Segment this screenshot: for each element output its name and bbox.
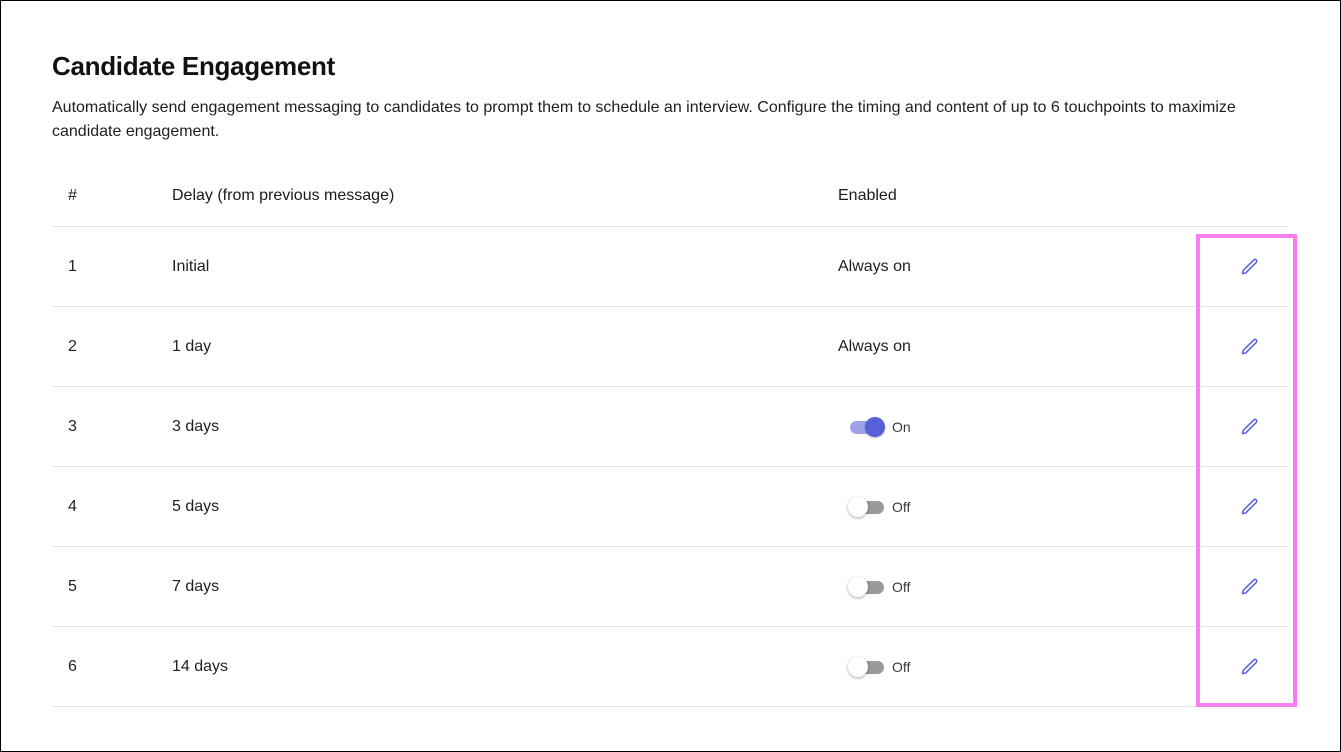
row-edit-cell: [1230, 627, 1270, 706]
edit-button[interactable]: [1236, 493, 1264, 521]
page-frame: Candidate Engagement Automatically send …: [0, 0, 1341, 752]
table-row: 4 5 days Off: [52, 467, 1288, 547]
row-delay: 3 days: [172, 417, 220, 435]
row-edit-cell: [1230, 547, 1270, 626]
row-number: 6: [68, 657, 77, 675]
table-row: 3 3 days On: [52, 387, 1288, 467]
row-number: 5: [68, 577, 77, 595]
pencil-icon: [1241, 578, 1258, 594]
row-enabled-cell: On: [838, 387, 911, 466]
column-header-number: #: [68, 187, 77, 204]
row-number: 2: [68, 337, 77, 355]
row-delay: Initial: [172, 257, 210, 275]
column-header-delay: Delay (from previous message): [172, 187, 395, 204]
row-delay: 5 days: [172, 497, 220, 515]
row-enabled-cell: Off: [838, 547, 910, 626]
column-header-enabled: Enabled: [838, 187, 897, 204]
toggle-switch[interactable]: [848, 576, 884, 597]
page-title: Candidate Engagement: [52, 51, 335, 81]
toggle-knob[interactable]: [848, 496, 868, 517]
table-row: 1 Initial Always on: [52, 227, 1288, 307]
pencil-icon: [1241, 258, 1258, 274]
toggle-knob[interactable]: [848, 656, 868, 677]
toggle-knob[interactable]: [848, 576, 868, 597]
row-delay: 7 days: [172, 577, 220, 595]
enabled-toggle[interactable]: Off: [838, 656, 911, 677]
toggle-label: On: [892, 418, 911, 435]
toggle-label: Off: [892, 498, 911, 515]
row-enabled-cell: Off: [838, 627, 910, 706]
enabled-toggle[interactable]: Off: [838, 496, 911, 517]
table-row: 2 1 day Always on: [52, 307, 1288, 387]
toggle-switch[interactable]: [848, 496, 884, 517]
edit-button[interactable]: [1236, 653, 1264, 681]
page-description: Automatically send engagement messaging …: [52, 99, 1236, 140]
row-number: 1: [68, 257, 77, 275]
pencil-icon: [1241, 658, 1258, 674]
edit-button[interactable]: [1236, 413, 1264, 441]
enabled-toggle[interactable]: On: [838, 416, 911, 437]
table-row: 6 14 days Off: [52, 627, 1288, 707]
row-delay: 14 days: [172, 657, 229, 675]
toggle-knob[interactable]: [865, 416, 885, 437]
toggle-label: Off: [892, 658, 911, 675]
toggle-switch[interactable]: [848, 416, 885, 437]
row-number: 4: [68, 497, 77, 515]
row-edit-cell: [1230, 467, 1270, 546]
row-enabled-status: Always on: [838, 337, 911, 355]
enabled-toggle[interactable]: Off: [838, 576, 911, 597]
row-edit-cell: [1230, 307, 1270, 386]
row-enabled-cell: Off: [838, 467, 910, 546]
pencil-icon: [1241, 418, 1258, 434]
toggle-label: Off: [892, 578, 911, 595]
row-number: 3: [68, 417, 77, 435]
row-edit-cell: [1230, 227, 1270, 306]
row-enabled-status: Always on: [838, 257, 911, 275]
row-delay: 1 day: [172, 337, 212, 355]
row-edit-cell: [1230, 387, 1270, 466]
table-header-row: # Delay (from previous message) Enabled: [52, 166, 1288, 227]
edit-button[interactable]: [1236, 253, 1264, 281]
edit-button[interactable]: [1236, 573, 1264, 601]
engagement-table: # Delay (from previous message) Enabled …: [52, 166, 1288, 707]
toggle-switch[interactable]: [848, 656, 884, 677]
table-row: 5 7 days Off: [52, 547, 1288, 627]
pencil-icon: [1241, 338, 1258, 354]
pencil-icon: [1241, 498, 1258, 514]
edit-button[interactable]: [1236, 333, 1264, 361]
